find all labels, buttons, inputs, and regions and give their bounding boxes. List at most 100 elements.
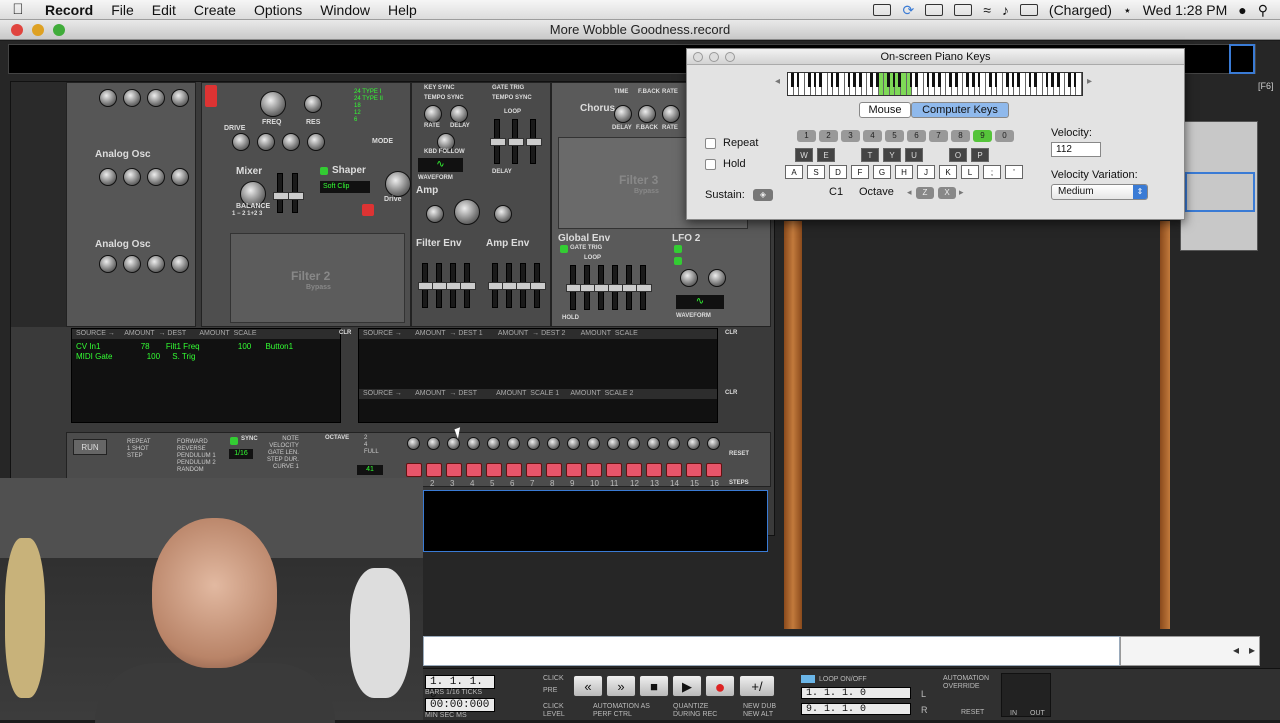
quantize-label[interactable]: QUANTIZE DURING REC	[673, 703, 733, 719]
menu-help[interactable]: Help	[379, 2, 426, 18]
filter-env-r-slider[interactable]	[460, 263, 476, 308]
mode-repeat[interactable]: REPEAT	[127, 439, 151, 446]
key-bottom-5[interactable]: H	[895, 165, 913, 179]
step-button-8[interactable]	[546, 463, 562, 477]
seq-sync-led[interactable]	[230, 437, 238, 445]
mode-step[interactable]: STEP	[127, 453, 151, 460]
octave-up-icon[interactable]: ▸	[959, 187, 964, 198]
key-e[interactable]: E	[817, 148, 835, 162]
filter-type-24-i[interactable]: 24 TYPE I	[354, 89, 383, 96]
seq-dest-list[interactable]: NOTE VELOCITY GATE LEN. STEP DUR. CURVE …	[267, 436, 299, 471]
run-mode-list[interactable]: REPEAT 1 SHOT STEP	[127, 439, 151, 460]
octave-full[interactable]: FULL	[364, 449, 379, 456]
step-button-9[interactable]	[566, 463, 582, 477]
mod-row-1-amount2[interactable]: 100	[238, 342, 251, 351]
osc3-kbd-knob[interactable]	[99, 255, 117, 273]
osc3-tune-knob[interactable]	[171, 255, 189, 273]
octave-key-3[interactable]: 3	[841, 130, 860, 142]
key-bottom-0[interactable]: A	[785, 165, 803, 179]
monitor-icon[interactable]	[954, 4, 973, 16]
step-knob-1[interactable]	[407, 437, 420, 450]
piano-zoom-icon[interactable]	[725, 52, 735, 62]
mode-1-shot[interactable]: 1 SHOT	[127, 446, 151, 453]
step-button-13[interactable]	[646, 463, 662, 477]
global-env-a-slider[interactable]	[580, 265, 596, 310]
key-w[interactable]: W	[795, 148, 813, 162]
hold-checkbox[interactable]	[705, 159, 716, 170]
spotlight-icon[interactable]: ⚲	[1258, 2, 1268, 19]
automation-reset-label[interactable]: RESET	[961, 709, 984, 717]
dest-step-dur[interactable]: STEP DUR.	[267, 457, 299, 464]
left-locator-display[interactable]: 1. 1. 1. 0	[801, 687, 911, 699]
rewind-button[interactable]: «	[573, 675, 603, 697]
routing-toggle[interactable]	[362, 204, 374, 216]
mod-env-delay-slider[interactable]	[490, 119, 506, 164]
octave-key-2[interactable]: 2	[819, 130, 838, 142]
lfo2-rate-knob[interactable]	[680, 269, 698, 287]
menu-file[interactable]: File	[102, 2, 143, 18]
osc2-oct-knob[interactable]	[123, 168, 141, 186]
key-u[interactable]: U	[905, 148, 923, 162]
display-icon[interactable]	[925, 4, 944, 16]
mixer-slider-1[interactable]	[273, 173, 289, 213]
amp-env-s-slider[interactable]	[516, 263, 532, 308]
octave-key-1[interactable]: 1	[797, 130, 816, 142]
velocity-field[interactable]: 112	[1051, 142, 1101, 157]
mode-label[interactable]: MODE	[372, 138, 393, 145]
octave-key-4[interactable]: 4	[863, 130, 882, 142]
dir-pendulum-2[interactable]: PENDULUM 2	[177, 460, 216, 467]
fast-forward-button[interactable]: »	[606, 675, 636, 697]
seq-reset-label[interactable]: RESET	[729, 451, 749, 457]
piano-close-icon[interactable]	[693, 52, 703, 62]
mod-env-a-slider[interactable]	[508, 119, 524, 164]
apple-menu-icon[interactable]: 	[0, 1, 36, 18]
amp-vel-knob[interactable]	[426, 205, 444, 223]
direction-list[interactable]: FORWARD REVERSE PENDULUM 1 PENDULUM 2 RA…	[177, 439, 216, 474]
shaper-on-led[interactable]	[320, 167, 328, 175]
dir-reverse[interactable]: REVERSE	[177, 446, 216, 453]
stop-button[interactable]: ■	[639, 675, 669, 697]
octave-key-0[interactable]: 0	[995, 130, 1014, 142]
mod-row-2[interactable]: MIDI Gate 100 S. Trig	[76, 352, 195, 362]
clr-label-3[interactable]: CLR	[725, 390, 737, 396]
chorus-rate-knob[interactable]	[662, 105, 680, 123]
step-knob-14[interactable]	[667, 437, 680, 450]
clock[interactable]: Wed 1:28 PM	[1143, 2, 1228, 18]
shaper-drive-knob[interactable]	[385, 171, 411, 197]
record-button[interactable]: ●	[705, 675, 735, 697]
click-label[interactable]: CLICK	[543, 675, 564, 683]
amp-pan-knob[interactable]	[494, 205, 512, 223]
dir-random[interactable]: RANDOM	[177, 467, 216, 474]
key-p[interactable]: P	[971, 148, 989, 162]
step-button-5[interactable]	[486, 463, 502, 477]
auto-perf-label[interactable]: AUTOMATION AS PERF CTRL	[593, 703, 653, 719]
key-t[interactable]: T	[861, 148, 879, 162]
step-button-1[interactable]	[406, 463, 422, 477]
filter-type-18[interactable]: 18	[354, 103, 383, 110]
rack-navigator[interactable]	[1180, 121, 1258, 251]
mod-row-2-source[interactable]: MIDI Gate	[76, 352, 112, 361]
mod-row-1[interactable]: CV In1 78 Filt1 Freq 100 Button1	[76, 342, 293, 352]
key-bottom-4[interactable]: G	[873, 165, 891, 179]
dest-velocity[interactable]: VELOCITY	[267, 443, 299, 450]
camera-icon[interactable]	[873, 4, 892, 16]
osc1-oct-knob[interactable]	[123, 89, 141, 107]
octave-key-6[interactable]: 6	[907, 130, 926, 142]
global-env-r-slider[interactable]	[636, 265, 652, 310]
lfo1-rate-knob[interactable]	[424, 105, 442, 123]
filter-env-s-slider[interactable]	[446, 263, 462, 308]
step-button-15[interactable]	[686, 463, 702, 477]
lfo1-waveform-display[interactable]: ∿	[418, 158, 463, 172]
wifi-icon[interactable]: ≈	[983, 2, 991, 18]
filter-freq-knob[interactable]	[260, 91, 286, 117]
mod-row-1-amount[interactable]: 78	[141, 342, 150, 351]
steps-count-display[interactable]: 41	[357, 465, 383, 475]
osc3-oct-knob[interactable]	[123, 255, 141, 273]
key-bottom-8[interactable]: L	[961, 165, 979, 179]
octave-key-5[interactable]: 5	[885, 130, 904, 142]
step-knob-5[interactable]	[487, 437, 500, 450]
close-window-icon[interactable]	[11, 24, 23, 36]
osc3-semi-knob[interactable]	[147, 255, 165, 273]
step-knob-13[interactable]	[647, 437, 660, 450]
menu-create[interactable]: Create	[185, 2, 245, 18]
